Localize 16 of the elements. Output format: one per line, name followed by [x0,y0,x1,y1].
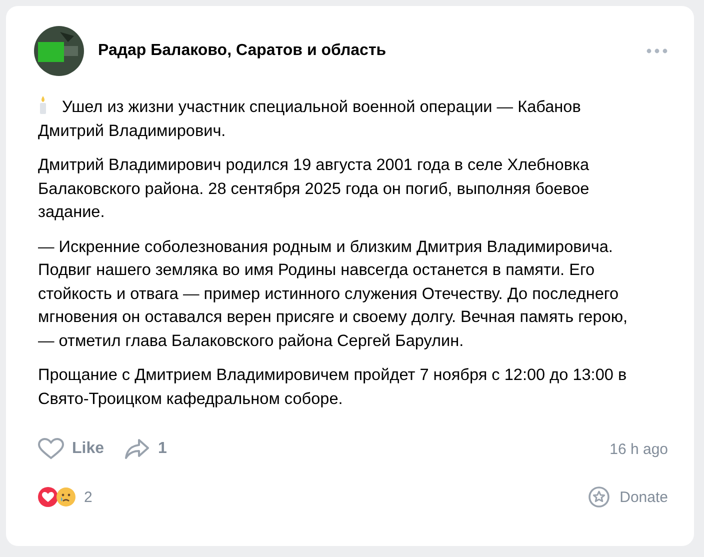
post-paragraph: Прощание с Дмитрием Владимировичем пройдет 7 ноября с 12:00 до 13:00 в Свято-Троицком кафедральном соборе. [38,365,628,410]
author-name[interactable]: Радар Балаково, Саратов и область [98,42,632,60]
post-paragraph: Ушел из жизни участник специальной военной операции — Кабанов Дмитрий Владимирович. [38,96,582,142]
heart-icon [38,438,64,460]
heart-reaction-icon[interactable] [38,487,58,507]
avatar-icon [34,26,84,76]
post-paragraph: Дмитрий Владимирович родился 19 августа 2001 года в селе Хлебновка Балаковского района. 28 сентября 2025 года он погиб, выполняя боевое задание. [38,155,590,223]
post-time: 16 h ago [610,440,668,458]
crying-face-icon[interactable] [56,487,76,507]
like-button[interactable]: Like [38,438,104,460]
reaction-count: 2 [84,488,92,506]
share-count: 1 [158,440,167,458]
candle-icon [38,96,48,114]
post-paragraph: — Искренние соболезнования родным и близким Дмитрия Владимировича. Подвиг нашего земляка во имя Родины навсегда останется в памяти. Его стойкость и отвага — пример истинного служения Отечеству. До последнего мгновения он оставался верен присяге и своему долгу. Вечная память герою, — отметил глава Балаковского района Сергей Барулин. [38,236,629,352]
donate-button[interactable]: Donate [588,486,668,508]
share-icon[interactable] [124,438,150,460]
